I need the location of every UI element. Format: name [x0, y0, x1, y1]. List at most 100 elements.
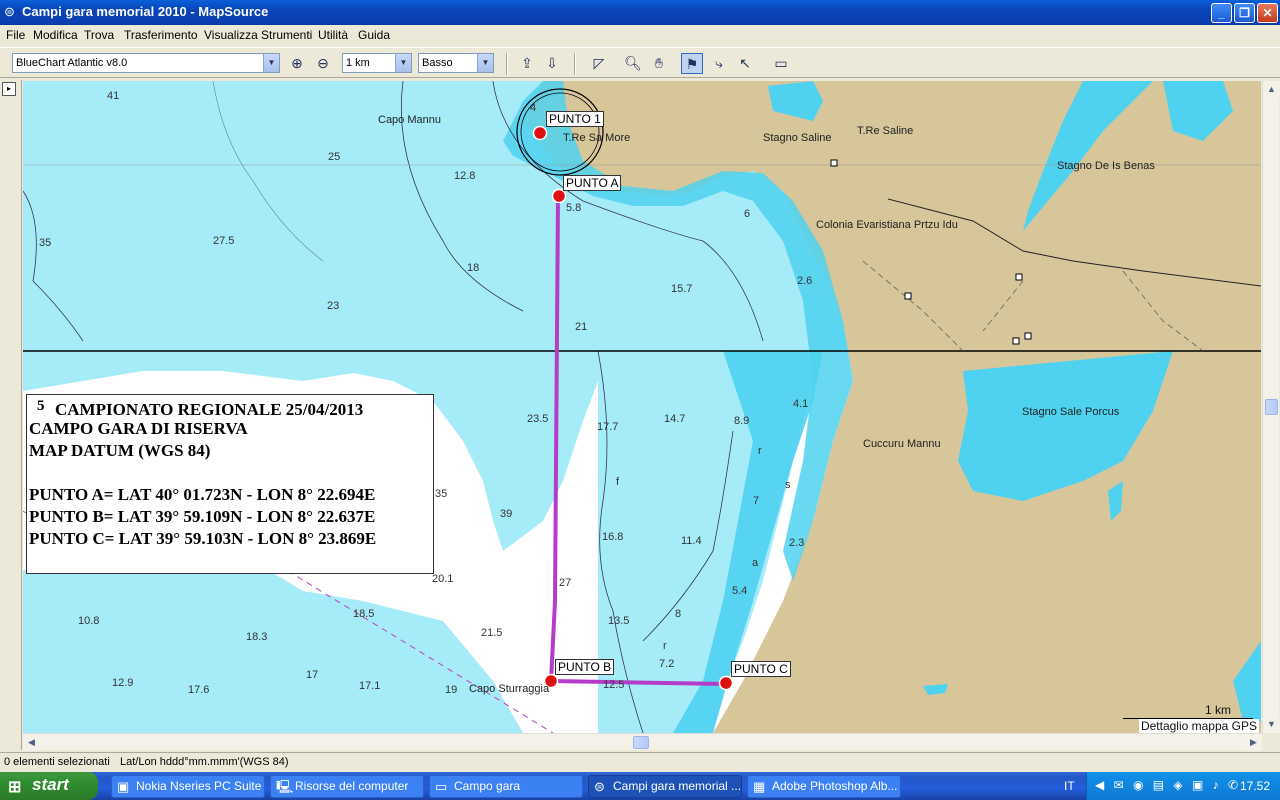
depth-sounding: 8: [675, 608, 682, 620]
place-colonia-evaristiana: Colonia Evaristiana Prtzu Idu: [816, 219, 958, 231]
photoshop-album-icon: ▦: [753, 779, 766, 794]
menu-guida[interactable]: Guida: [358, 28, 390, 42]
task-nokia-pc-suite[interactable]: ▣ Nokia Nseries PC Suite: [111, 775, 265, 798]
task-label: Risorse del computer: [295, 779, 409, 793]
computer-icon: 🖳︎: [276, 779, 294, 794]
send-to-device-icon[interactable]: ⇩: [541, 53, 563, 74]
route-tool-icon[interactable]: ⤷: [708, 53, 730, 74]
expand-panel-icon[interactable]: ▸: [2, 82, 16, 96]
map-product-select[interactable]: BlueChart Atlantic v8.0 ▼: [12, 53, 280, 73]
depth-sounding: 19: [445, 684, 458, 696]
chevron-down-icon[interactable]: ▼: [477, 54, 493, 72]
task-label: Adobe Photoshop Alb...: [772, 779, 898, 793]
depth-sounding: 14.7: [664, 413, 686, 425]
depth-sounding: 21.5: [481, 627, 503, 639]
depth-sounding: 2.3: [789, 537, 805, 549]
selection-status: 0 elementi selezionati: [4, 756, 110, 768]
depth-sounding: 12.8: [454, 170, 476, 182]
start-button[interactable]: ⊞ start: [0, 772, 98, 800]
zoom-out-icon[interactable]: ⊖: [312, 53, 334, 74]
scroll-right-icon[interactable]: ▶: [1245, 734, 1262, 751]
waypoint-flag-icon[interactable]: ⚑: [681, 53, 703, 74]
task-photoshop-album[interactable]: ▦ Adobe Photoshop Alb...: [747, 775, 901, 798]
waypoint-punto-c[interactable]: PUNTO C: [731, 661, 791, 677]
mapsource-app-icon: ⊜: [594, 779, 605, 794]
place-stagno-saline: Stagno Saline: [763, 132, 832, 144]
place-capo-mannu: Capo Mannu: [378, 114, 441, 126]
depth-sounding: 10.8: [78, 615, 100, 627]
vertical-scroll-thumb[interactable]: [1265, 399, 1278, 415]
menu-visualizza[interactable]: Visualizza: [204, 28, 258, 42]
waypoint-punto-a[interactable]: PUNTO A: [563, 175, 622, 191]
depth-sounding: 8.9: [734, 415, 750, 427]
scroll-up-icon[interactable]: ▲: [1263, 81, 1280, 98]
depth-sounding: 18: [467, 262, 480, 274]
depth-sounding: 18.3: [246, 631, 268, 643]
coordinate-format-status: Lat/Lon hddd°mm.mmm'(WGS 84): [120, 756, 289, 768]
chevron-down-icon[interactable]: ▼: [395, 54, 411, 72]
close-button[interactable]: ✕: [1257, 3, 1278, 23]
task-mapsource[interactable]: ⊜ Campi gara memorial ...: [588, 775, 742, 798]
zoom-in-icon[interactable]: ⊕: [286, 53, 308, 74]
menu-trasferimento[interactable]: Trasferimento: [124, 28, 198, 42]
depth-sounding: 17: [306, 669, 319, 681]
depth-sounding: 17.1: [359, 680, 381, 692]
depth-sounding: 25: [328, 151, 341, 163]
selection-arrow-icon[interactable]: ↖: [734, 53, 756, 74]
depth-sounding: 23.5: [527, 413, 549, 425]
depth-sounding: 35: [435, 488, 448, 500]
depth-sounding: 20.1: [432, 573, 454, 585]
waypoint-punto-b[interactable]: PUNTO B: [555, 659, 615, 675]
seabed-note: r: [758, 445, 762, 457]
receive-from-device-icon[interactable]: ⇪: [516, 53, 538, 74]
map-product-value: BlueChart Atlantic v8.0: [16, 57, 128, 69]
detail-level-select[interactable]: Basso ▼: [418, 53, 494, 73]
language-indicator[interactable]: IT: [1064, 779, 1075, 793]
toolbar-separator: [506, 53, 508, 75]
tray-icons[interactable]: ◀ ✉ ◉ ▤ ◈ ▣ ♪ ✆: [1095, 778, 1241, 792]
distance-ruler-icon[interactable]: ▭: [768, 53, 794, 74]
seabed-note: a: [752, 557, 759, 569]
clock[interactable]: 17.52: [1240, 779, 1270, 793]
info-punto-c: PUNTO C= LAT 39° 59.103N - LON 8° 23.869…: [29, 529, 377, 548]
folder-icon: ▭: [435, 779, 448, 794]
menu-utilita[interactable]: Utilità: [318, 28, 348, 42]
map-tool-icon[interactable]: ◸: [588, 53, 610, 74]
info-punto-b: PUNTO B= LAT 39° 59.109N - LON 8° 22.637…: [29, 507, 376, 526]
depth-sounding: 18.5: [353, 608, 375, 620]
horizontal-scrollbar[interactable]: ◀ ▶: [23, 733, 1262, 751]
menu-file[interactable]: File: [6, 28, 25, 42]
depth-sounding: 7: [753, 495, 760, 507]
depth-sounding: 12.5: [603, 679, 625, 691]
pan-hand-icon[interactable]: ✋︎: [648, 53, 670, 74]
scroll-down-icon[interactable]: ▼: [1263, 716, 1280, 733]
menu-modifica[interactable]: Modifica: [33, 28, 78, 42]
minimize-button[interactable]: _: [1211, 3, 1232, 23]
zoom-scale-select[interactable]: 1 km ▼: [342, 53, 412, 73]
menu-strumenti[interactable]: Strumenti: [261, 28, 312, 42]
chevron-down-icon[interactable]: ▼: [263, 54, 279, 72]
menu-trova[interactable]: Trova: [84, 28, 114, 42]
depth-sounding: 16.8: [602, 531, 624, 543]
info-datum: MAP DATUM (WGS 84): [29, 441, 211, 460]
status-bar: 0 elementi selezionati Lat/Lon hddd°mm.m…: [0, 752, 1280, 772]
vertical-scrollbar[interactable]: ▲ ▼: [1262, 81, 1280, 733]
depth-sounding: 35: [39, 237, 52, 249]
task-campo-gara-folder[interactable]: ▭ Campo gara: [429, 775, 583, 798]
scale-label: 1 km: [1204, 703, 1231, 717]
maximize-button[interactable]: ❐: [1234, 3, 1255, 23]
toolbar-separator: [574, 53, 576, 75]
task-risorse-computer[interactable]: 🖳︎ Risorse del computer: [270, 775, 424, 798]
system-tray: ◀ ✉ ◉ ▤ ◈ ▣ ♪ ✆ 17.52: [1086, 772, 1280, 800]
task-label: Campo gara: [454, 779, 521, 793]
task-label: Campi gara memorial ...: [613, 779, 742, 793]
zoom-tool-icon[interactable]: 🔍︎: [622, 53, 644, 74]
mapsource-app-icon[interactable]: ⊜: [4, 5, 18, 19]
map-view[interactable]: 41 25 12.8 35 27.5 18 23 15.7 21 5.8 6 2…: [23, 81, 1261, 733]
scroll-left-icon[interactable]: ◀: [23, 734, 40, 751]
waypoint-punto-1[interactable]: PUNTO 1: [546, 111, 604, 127]
place-stagno-sale-porcus: Stagno Sale Porcus: [1022, 406, 1120, 418]
depth-sounding: 4: [530, 102, 537, 114]
window-title: Campi gara memorial 2010 - MapSource: [22, 4, 269, 19]
horizontal-scroll-thumb[interactable]: [633, 736, 649, 749]
